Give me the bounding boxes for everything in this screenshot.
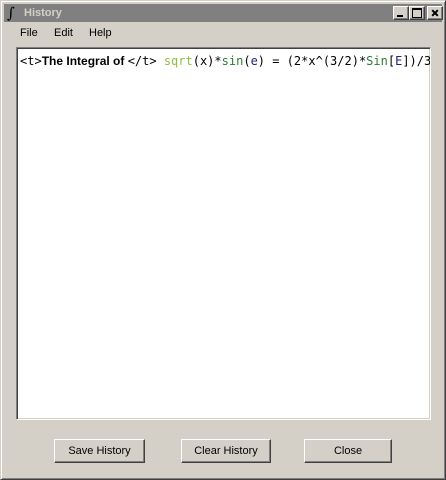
history-token: (x)* [192,54,222,68]
save-history-button[interactable]: Save History [54,439,145,463]
history-token: sin [221,54,244,68]
history-token: The Integral of [41,54,128,68]
history-token: ])/3 [402,54,431,68]
history-token: sqrt [163,54,193,68]
clear-history-button[interactable]: Clear History [181,439,271,463]
close-button[interactable]: Close [304,439,392,463]
maximize-button[interactable] [409,6,425,20]
history-token: ( [243,54,251,68]
close-window-button[interactable] [427,6,443,20]
menu-help[interactable]: Help [87,24,114,43]
menu-edit[interactable]: Edit [52,24,75,43]
history-token: ) = (2*x^(3/2)* [257,54,367,68]
window-title: History [24,7,62,19]
history-text-area[interactable]: <t>The Integral of </t> sqrt(x)*sin(e) =… [16,47,431,420]
history-token: Sin [366,54,388,68]
history-token: </t> [127,54,164,68]
minimize-button[interactable] [393,6,409,20]
history-token: <t> [20,54,42,68]
history-window: ∫ History File Edit Help <t>The Integral… [0,0,446,480]
menu-bar: File Edit Help [4,24,442,43]
history-token: e [250,54,258,68]
history-entry: <t>The Integral of </t> sqrt(x)*sin(e) =… [20,53,431,69]
menu-file[interactable]: File [18,24,40,43]
history-token: [ [387,54,396,68]
title-bar[interactable]: ∫ History [4,4,443,22]
integral-icon: ∫ [7,4,15,22]
